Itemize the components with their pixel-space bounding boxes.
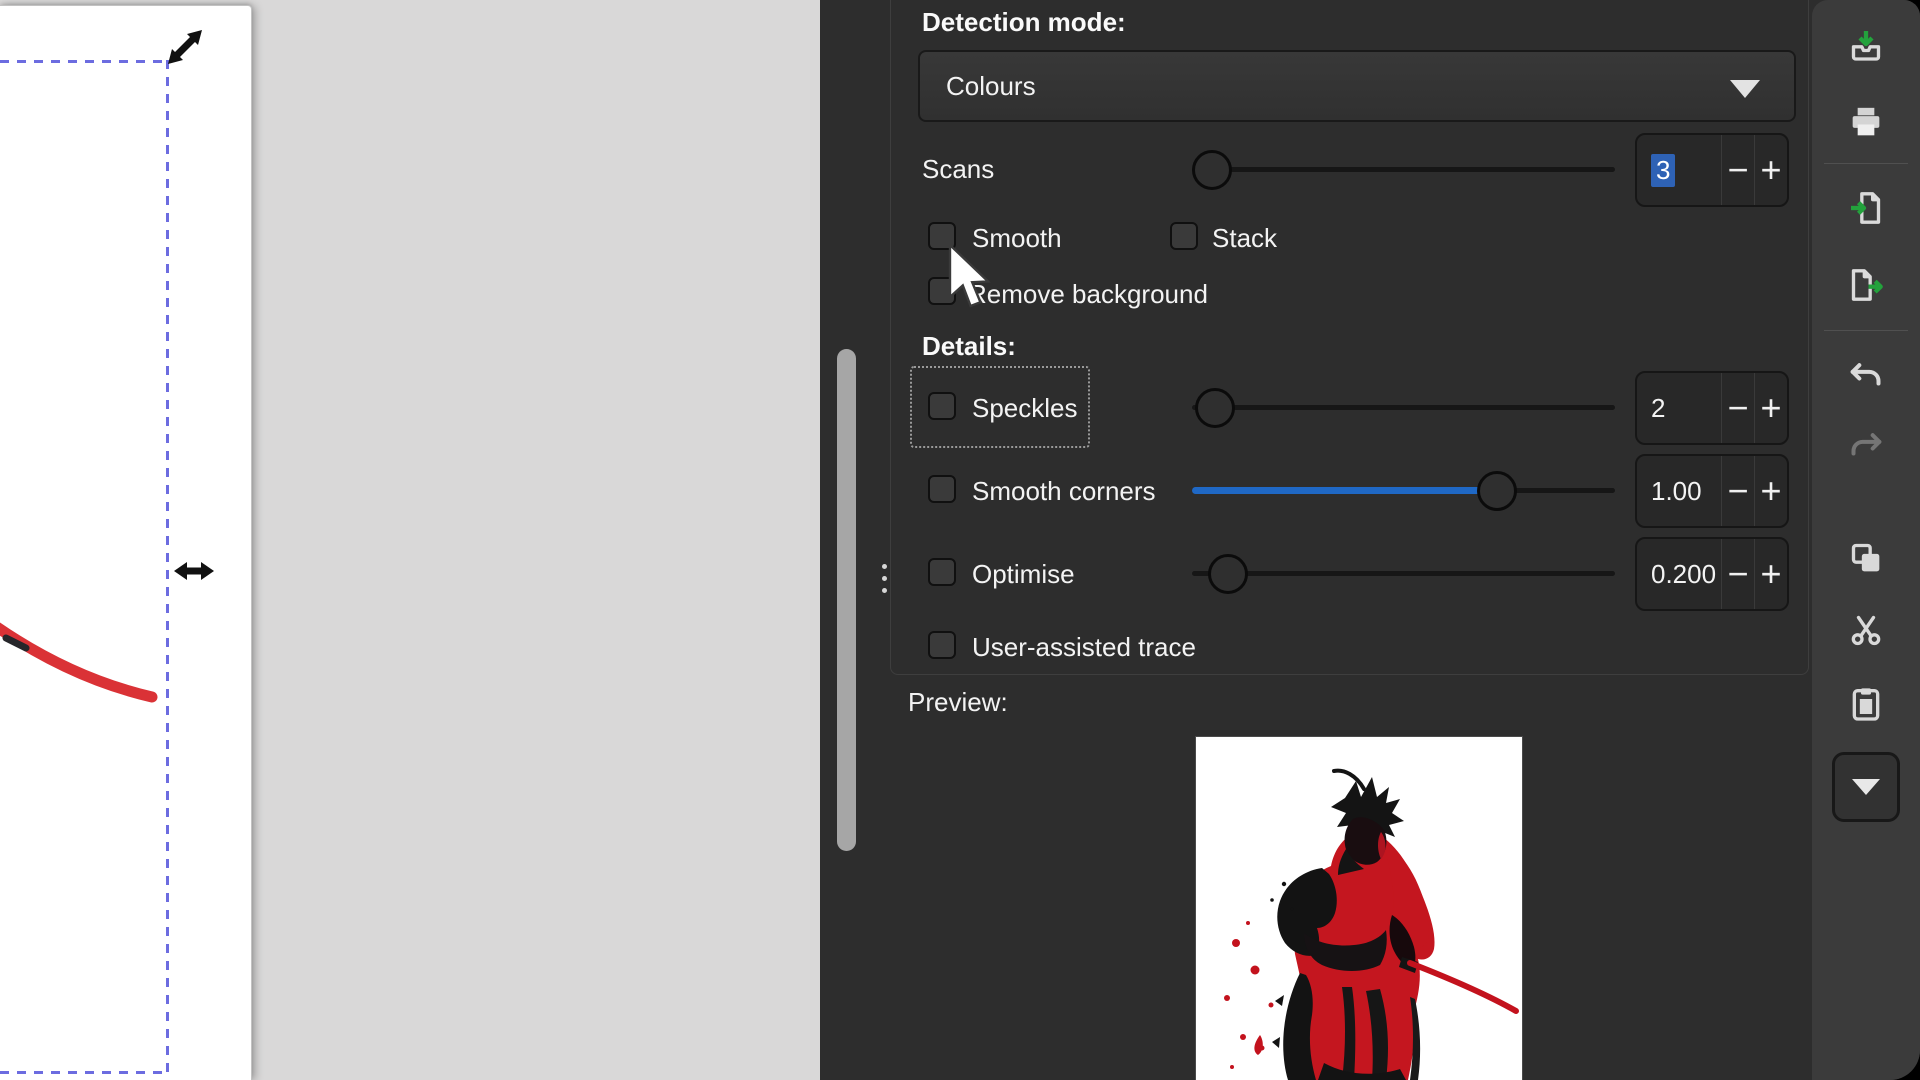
document-page[interactable] [0, 6, 251, 1080]
mouse-cursor [946, 243, 1000, 315]
optimise-label[interactable]: Optimise [972, 558, 1075, 590]
selection-border-right [166, 60, 169, 1074]
minus-button[interactable]: − [1721, 456, 1754, 526]
detection-mode-select[interactable]: Colours [918, 50, 1796, 122]
scans-spinbox[interactable]: 3 − + [1635, 133, 1789, 207]
smooth-corners-slider[interactable] [1192, 471, 1615, 511]
slider-track[interactable] [1192, 167, 1615, 172]
canvas-vertical-scrollbar[interactable] [837, 349, 856, 851]
preview-label: Preview: [908, 686, 1008, 718]
optimise-checkbox[interactable] [928, 558, 956, 586]
smooth-corners-checkbox[interactable] [928, 475, 956, 503]
dropdown-more-icon[interactable] [1832, 752, 1900, 822]
scans-value[interactable]: 3 [1637, 135, 1721, 205]
smooth-corners-value[interactable]: 1.00 [1637, 456, 1721, 526]
undo-icon[interactable] [1846, 356, 1886, 396]
stack-checkbox[interactable] [1170, 222, 1198, 250]
plus-button[interactable]: + [1754, 456, 1787, 526]
slider-track[interactable] [1192, 571, 1615, 576]
minus-button[interactable]: − [1721, 373, 1754, 443]
save-icon[interactable] [1846, 26, 1886, 66]
selection-border-bottom [0, 1071, 170, 1074]
resize-diagonal-arrow-icon[interactable] [164, 26, 206, 68]
optimise-spinbox[interactable]: 0.200 − + [1635, 537, 1789, 611]
smooth-corners-spinbox[interactable]: 1.00 − + [1635, 454, 1789, 528]
optimise-value[interactable]: 0.200 [1637, 539, 1721, 609]
speckles-spinbox[interactable]: 2 − + [1635, 371, 1789, 445]
export-icon[interactable] [1846, 265, 1886, 305]
remove-background-label[interactable]: Remove background [968, 278, 1208, 310]
speckles-checkbox[interactable] [928, 392, 956, 420]
toolbar-separator [1824, 330, 1908, 331]
slider-track[interactable] [1192, 405, 1615, 410]
paste-icon[interactable] [1846, 684, 1886, 724]
speckles-slider[interactable] [1192, 388, 1615, 428]
details-label: Details: [922, 330, 1016, 362]
speckles-value[interactable]: 2 [1637, 373, 1721, 443]
slider-knob[interactable] [1192, 150, 1232, 190]
duplicate-icon[interactable] [1846, 538, 1886, 578]
cut-icon[interactable] [1846, 610, 1886, 650]
toolbar-separator [1824, 163, 1908, 164]
redo-icon[interactable] [1846, 426, 1886, 466]
user-assisted-trace-checkbox[interactable] [928, 631, 956, 659]
plus-button[interactable]: + [1754, 135, 1787, 205]
slider-knob[interactable] [1195, 388, 1235, 428]
resize-horizontal-arrow-icon[interactable] [172, 558, 216, 584]
minus-button[interactable]: − [1721, 539, 1754, 609]
scans-label: Scans [922, 153, 994, 185]
preview-image-card [1196, 737, 1522, 1080]
plus-button[interactable]: + [1754, 539, 1787, 609]
scans-slider[interactable] [1192, 150, 1615, 190]
panel-resize-grip-icon[interactable] [878, 564, 890, 600]
speckles-label[interactable]: Speckles [972, 392, 1078, 424]
smooth-corners-label[interactable]: Smooth corners [972, 475, 1156, 507]
traced-path-stroke [0, 600, 200, 730]
slider-knob[interactable] [1477, 471, 1517, 511]
print-icon[interactable] [1846, 102, 1886, 142]
chevron-down-icon [1730, 80, 1760, 98]
stack-label[interactable]: Stack [1212, 222, 1277, 254]
chevron-down-icon [1852, 779, 1880, 795]
optimise-slider[interactable] [1192, 554, 1615, 594]
detection-mode-value: Colours [920, 71, 1036, 102]
detection-mode-label: Detection mode: [922, 6, 1126, 38]
canvas-area[interactable] [0, 0, 820, 1080]
import-icon[interactable] [1846, 188, 1886, 228]
user-assisted-trace-label[interactable]: User-assisted trace [972, 631, 1196, 663]
slider-knob[interactable] [1208, 554, 1248, 594]
samurai-ink-preview [1196, 737, 1522, 1080]
selection-border-top [0, 60, 170, 63]
minus-button[interactable]: − [1721, 135, 1754, 205]
slider-fill [1192, 487, 1507, 494]
inkscape-window: Detection mode: Colours Scans 3 − + Smoo… [0, 0, 1920, 1080]
plus-button[interactable]: + [1754, 373, 1787, 443]
